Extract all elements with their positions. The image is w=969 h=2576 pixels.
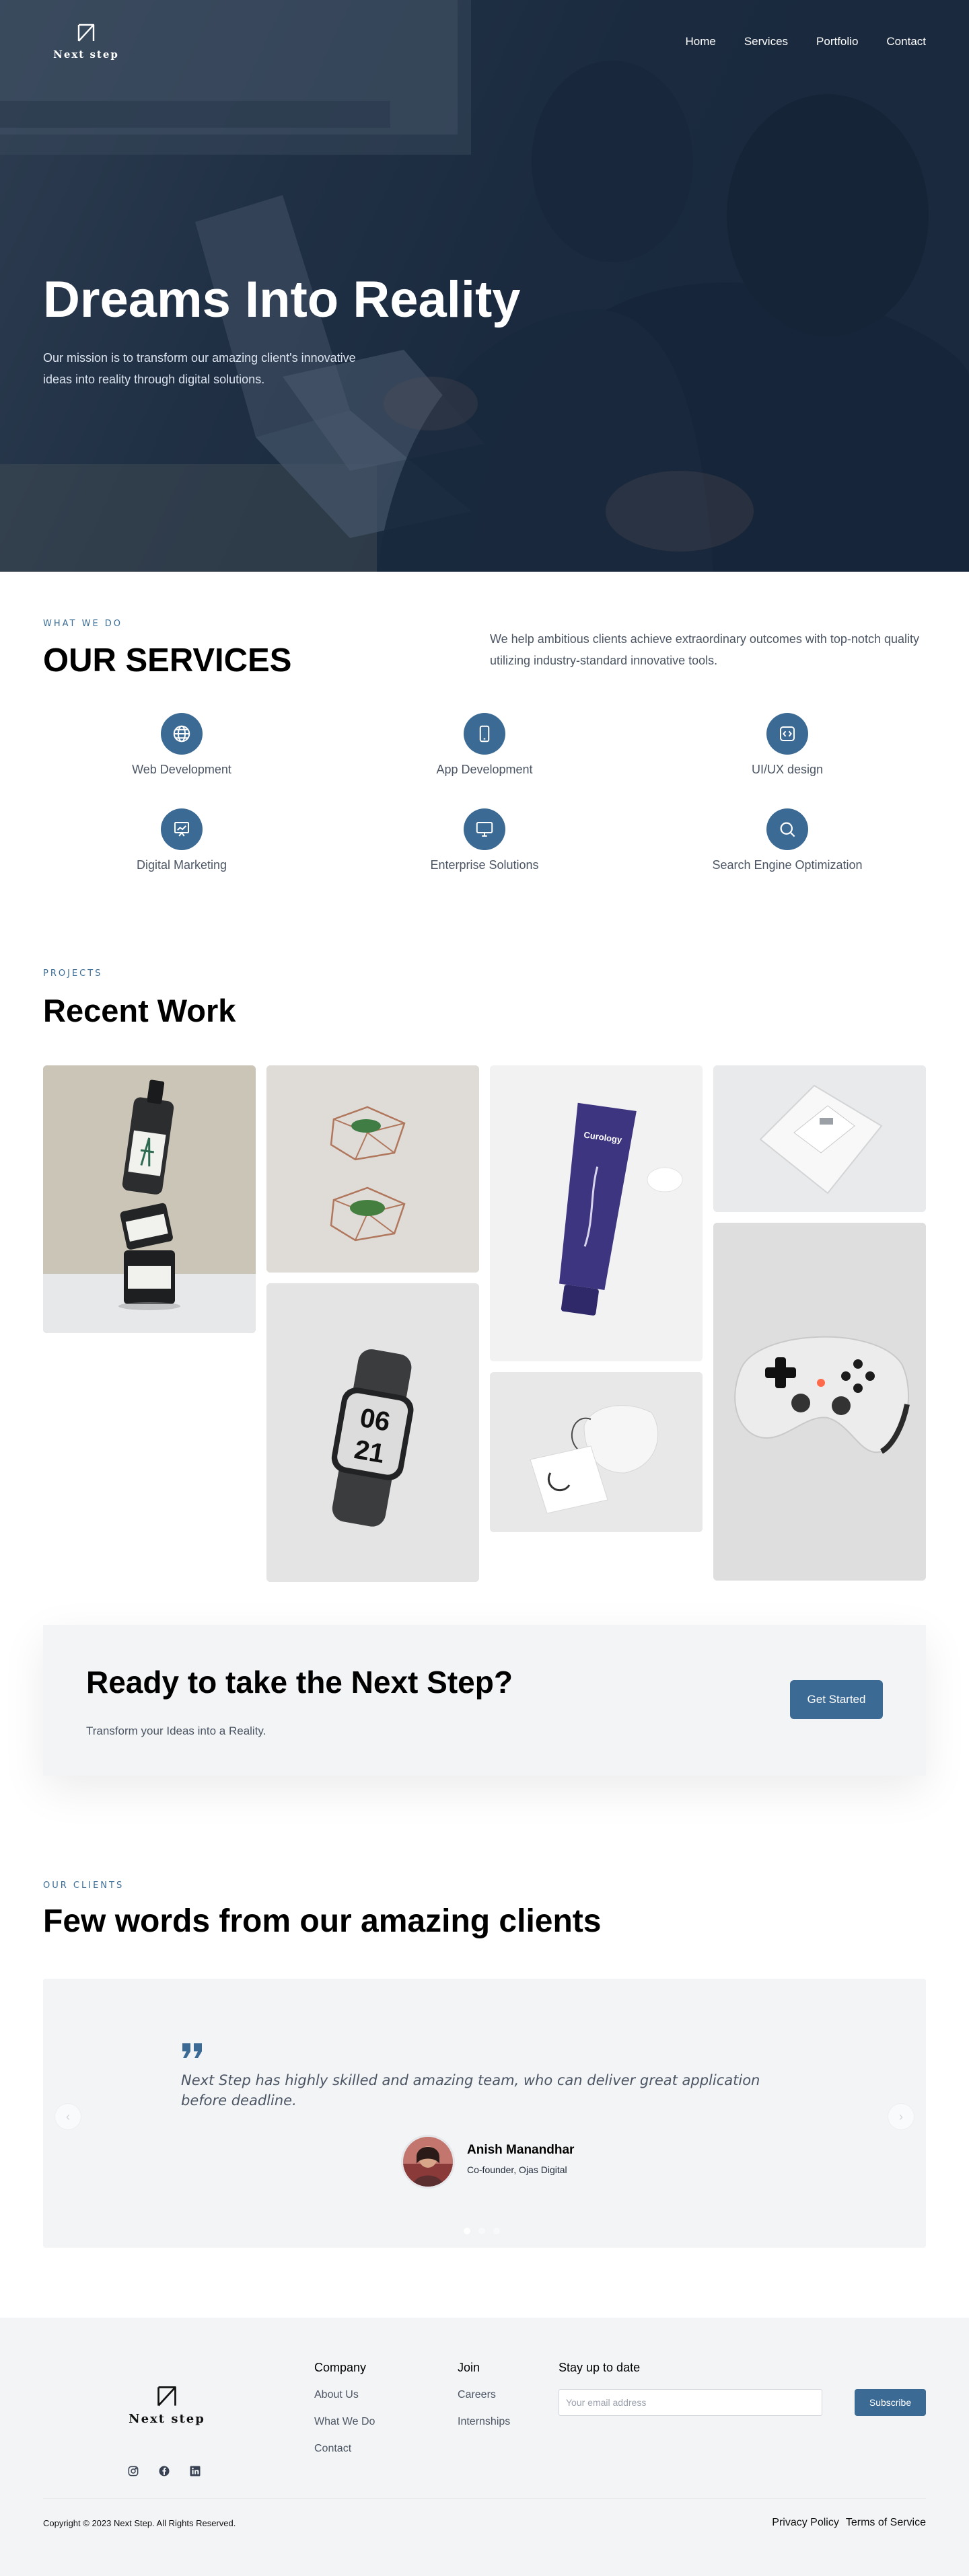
projects-title: Recent Work [43, 993, 236, 1028]
cta-title: Ready to take the Next Step? [86, 1665, 513, 1700]
watch-number-bottom: 21 [352, 1435, 386, 1469]
monitor-icon [464, 808, 505, 850]
presentation-chart-icon [161, 808, 203, 850]
project-tile-planters[interactable] [266, 1065, 479, 1273]
services-title: OUR SERVICES [43, 642, 292, 679]
subscribe-button[interactable]: Subscribe [855, 2389, 926, 2416]
email-field[interactable] [559, 2389, 822, 2416]
service-label: Digital Marketing [136, 858, 227, 872]
footer-link-internships[interactable]: Internships [458, 2416, 510, 2428]
cta-text: Transform your Ideas into a Reality. [86, 1725, 266, 1737]
bottles-photo [43, 1065, 256, 1333]
packaging-box-photo [713, 1065, 926, 1212]
nav-portfolio[interactable]: Portfolio [816, 35, 858, 48]
copyright-text: Copyright © 2023 Next Step. All Rights R… [43, 2518, 236, 2528]
testimonial-carousel: ‹ › Next Step has highly skilled and ama… [43, 1979, 926, 2248]
nav-contact[interactable]: Contact [886, 35, 926, 48]
instagram-icon[interactable] [127, 2464, 140, 2478]
carousel-prev-button[interactable]: ‹ [55, 2104, 81, 2129]
footer-company-title: Company [314, 2361, 367, 2374]
projects-eyebrow: PROJECTS [43, 969, 103, 979]
footer-link-careers[interactable]: Careers [458, 2389, 496, 2401]
footer-join-title: Join [458, 2361, 480, 2374]
service-app-development[interactable]: App Development [363, 713, 606, 777]
top-navigation: Next step Home Services Portfolio Contac… [0, 0, 969, 87]
testimonials-section: OUR CLIENTS Few words from our amazing c… [0, 1881, 969, 2318]
project-tile-packaging[interactable] [713, 1065, 926, 1212]
hero-description: Our mission is to transform our amazing … [43, 351, 356, 386]
footer-logo-text: Next step [129, 2412, 205, 2426]
services-section: WHAT WE DO OUR SERVICES We help ambitiou… [0, 572, 969, 928]
smartphone-icon [464, 713, 505, 755]
testimonial-quote: Next Step has highly skilled and amazing… [181, 2072, 760, 2109]
service-label: Search Engine Optimization [712, 858, 863, 872]
project-tile-bottles[interactable] [43, 1065, 256, 1333]
quote-icon [182, 2043, 202, 2058]
logo-mark-icon [157, 2386, 176, 2407]
service-web-development[interactable]: Web Development [61, 713, 303, 777]
get-started-button[interactable]: Get Started [790, 1680, 883, 1719]
carousel-dot-1[interactable] [464, 2228, 470, 2234]
watch-number-top: 06 [358, 1403, 392, 1437]
clients-eyebrow: OUR CLIENTS [43, 1881, 124, 1891]
search-icon [766, 808, 808, 850]
service-label: UI/UX design [751, 763, 824, 776]
footer-divider [43, 2498, 926, 2499]
geometric-planters-photo [266, 1065, 479, 1273]
carousel-next-button[interactable]: › [888, 2104, 914, 2129]
service-label: Enterprise Solutions [430, 858, 539, 872]
service-seo[interactable]: Search Engine Optimization [666, 808, 908, 872]
legal-links: Privacy Policy Terms of Service [772, 2517, 926, 2529]
logo-mark-icon [77, 24, 95, 42]
project-tile-tube[interactable]: Curology [490, 1065, 703, 1361]
service-label: Web Development [132, 763, 231, 776]
site-footer: Next step Company About Us What We Do Co… [0, 2318, 969, 2576]
footer-logo[interactable]: Next step [128, 2385, 206, 2426]
chevron-left-icon: ‹ [66, 2109, 70, 2123]
nav-home[interactable]: Home [685, 35, 715, 48]
projects-section: PROJECTS Recent Work Curology 06 21 [0, 928, 969, 1625]
newsletter-title: Stay up to date [559, 2361, 641, 2374]
footer-link-what-we-do[interactable]: What We Do [314, 2416, 375, 2428]
pouch-card-photo [490, 1372, 703, 1532]
services-eyebrow: WHAT WE DO [43, 619, 123, 629]
cta-section: Ready to take the Next Step? Transform y… [0, 1625, 969, 1881]
privacy-policy-link[interactable]: Privacy Policy [772, 2517, 839, 2529]
facebook-icon[interactable] [157, 2464, 171, 2478]
service-label: App Development [436, 763, 533, 776]
carousel-dots [464, 2228, 500, 2234]
main-menu: Home Services Portfolio Contact [685, 35, 926, 48]
footer-link-about-us[interactable]: About Us [314, 2389, 359, 2401]
chevron-right-icon: › [899, 2109, 903, 2123]
code-window-icon [766, 713, 808, 755]
service-enterprise-solutions[interactable]: Enterprise Solutions [363, 808, 606, 872]
game-controller-photo [713, 1223, 926, 1581]
project-tile-pouch[interactable] [490, 1372, 703, 1532]
client-avatar [401, 2135, 455, 2189]
project-tile-controller[interactable] [713, 1223, 926, 1581]
terms-of-service-link[interactable]: Terms of Service [846, 2517, 926, 2529]
footer-link-contact[interactable]: Contact [314, 2443, 351, 2455]
project-tile-smartwatch[interactable]: 06 21 [266, 1283, 479, 1582]
service-digital-marketing[interactable]: Digital Marketing [61, 808, 303, 872]
testimonials-title: Few words from our amazing clients [43, 1903, 602, 1939]
nav-services[interactable]: Services [744, 35, 788, 48]
logo-text: Next step [53, 48, 119, 61]
brand-logo[interactable]: Next step [52, 23, 120, 61]
hero-title: Dreams Into Reality [43, 271, 521, 328]
linkedin-icon[interactable] [188, 2464, 202, 2478]
globe-icon [161, 713, 203, 755]
carousel-dot-3[interactable] [493, 2228, 500, 2234]
service-ui-ux-design[interactable]: UI/UX design [666, 713, 908, 777]
carousel-dot-2[interactable] [478, 2228, 485, 2234]
services-description: We help ambitious clients achieve extrao… [490, 632, 919, 667]
social-links [127, 2464, 202, 2478]
tube-cream-photo: Curology [490, 1065, 703, 1361]
client-name: Anish Manandhar [467, 2143, 575, 2157]
cta-card: Ready to take the Next Step? Transform y… [43, 1625, 926, 1776]
hero-section: Next step Home Services Portfolio Contac… [0, 0, 969, 572]
smartwatch-photo: 06 21 [266, 1283, 479, 1582]
client-role: Co-founder, Ojas Digital [467, 2164, 567, 2175]
